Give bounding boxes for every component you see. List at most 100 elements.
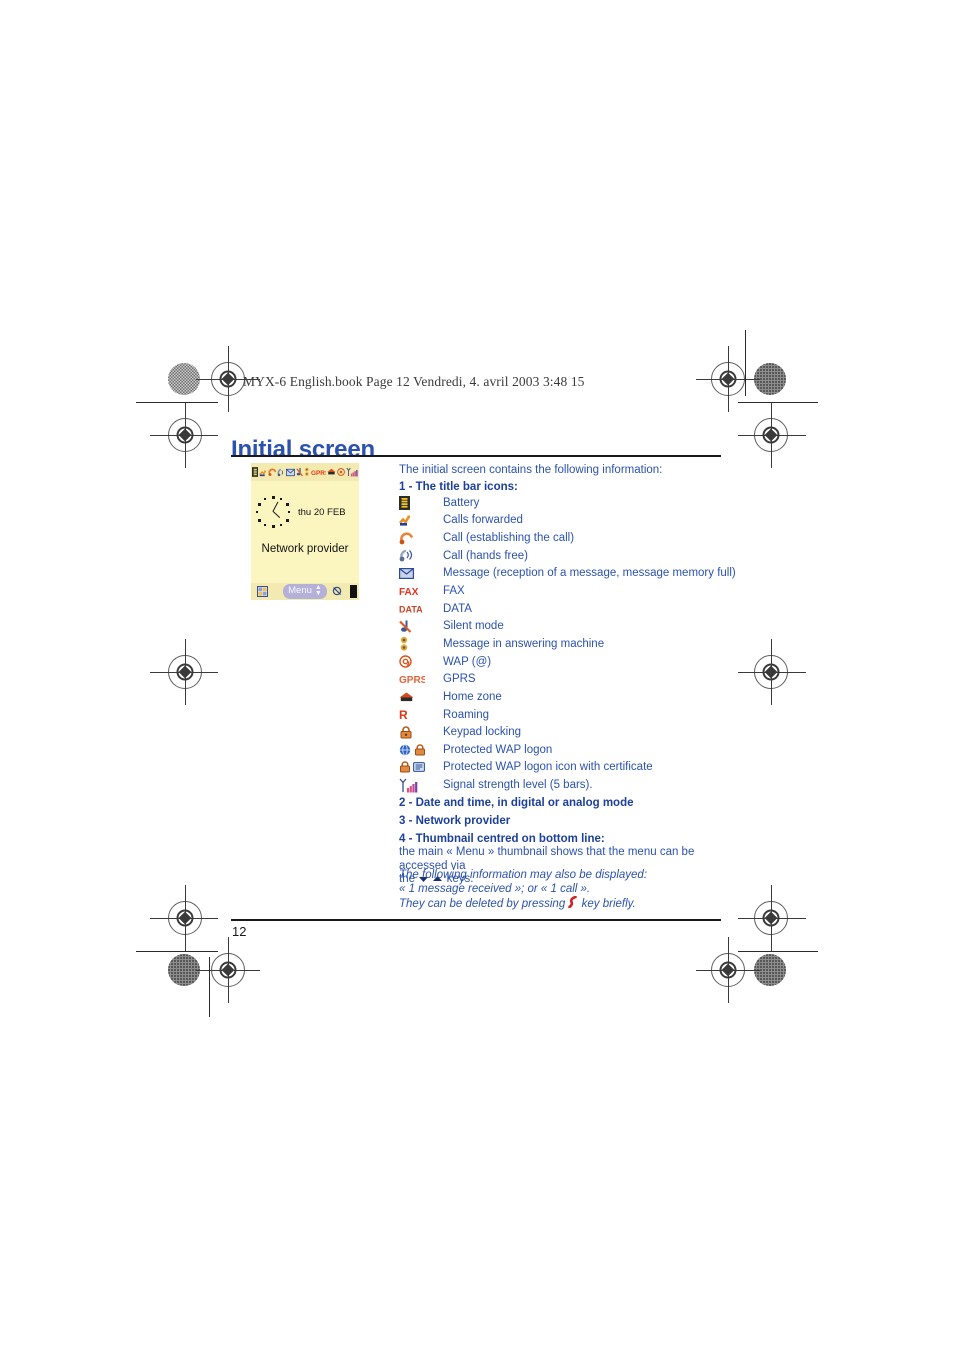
lcd-scroll-indicator: [350, 585, 357, 598]
svg-text:GPRS: GPRS: [311, 469, 326, 476]
gprs-icon: GPRS: [399, 674, 443, 685]
registration-cross-bottom-left-v: [228, 937, 229, 1003]
battery-icon: [252, 467, 259, 477]
lcd-menu-label: Menu: [288, 585, 312, 597]
icon-label: GPRS: [443, 673, 476, 686]
icon-label: Keypad locking: [443, 726, 521, 739]
answering-machine-icon: [305, 467, 309, 476]
lcd-menu-button[interactable]: Menu ▲ ▼: [283, 583, 327, 600]
roaming-icon: R: [399, 708, 443, 721]
svg-text:DATA: DATA: [399, 604, 423, 614]
list-item: FAX FAX: [399, 582, 729, 600]
gprs-icon: GPRS: [311, 469, 326, 476]
list-item: R Roaming: [399, 706, 729, 724]
page-number: 12: [232, 924, 247, 939]
icon-label: Home zone: [443, 690, 502, 703]
keypad-lock-icon: [399, 725, 443, 739]
intro-text: The initial screen contains the followin…: [399, 464, 663, 476]
message-icon: [285, 468, 295, 476]
list-item: Signal strength level (5 bars).: [399, 776, 729, 794]
registration-cross-bottom-right-v: [728, 937, 729, 1003]
protected-wap-logon-icon: [399, 744, 443, 756]
registration-cross-left-h: [150, 435, 218, 436]
svg-text:R: R: [399, 708, 408, 721]
wap-icon: [336, 468, 345, 476]
message-envelope-icon: [399, 567, 443, 579]
icon-label: Protected WAP logon icon with certificat…: [443, 761, 653, 774]
additional-info-line-3-post: key briefly.: [581, 898, 636, 910]
list-item: Protected WAP logon: [399, 741, 729, 759]
additional-info-line-2: « 1 message received »; or « 1 call ».: [399, 882, 591, 895]
registration-cross-mid-right-h: [738, 672, 806, 673]
wap-at-icon: [399, 655, 443, 668]
additional-info-paragraph: The following information may also be di…: [399, 869, 729, 912]
book-header-line: MYX-6 English.book Page 12 Vendredi, 4. …: [243, 374, 585, 389]
silent-mode-icon: [296, 467, 303, 477]
registration-cross-lower-left-v: [185, 885, 186, 951]
calls-forwarded-icon: [259, 469, 267, 476]
registration-cross-top-right-v: [728, 346, 729, 412]
protected-wap-certificate-icon: [399, 761, 443, 773]
lcd-title-bar: GPRS: [251, 463, 359, 481]
hangup-key-icon: [568, 896, 578, 908]
silent-ringer-icon: [332, 586, 342, 596]
list-item: Home zone: [399, 688, 729, 706]
svg-text:FAX: FAX: [399, 587, 419, 597]
footer-rule: [231, 919, 721, 921]
list-item: Message in answering machine: [399, 635, 729, 653]
call-handsfree-icon: [399, 549, 443, 562]
updown-arrows-icon: ▲ ▼: [314, 583, 322, 597]
answering-machine-icon: [399, 636, 443, 652]
icon-label: Protected WAP logon: [443, 743, 553, 756]
data-icon: DATA: [399, 604, 443, 614]
list-item: WAP (@): [399, 653, 729, 671]
section-3-title: 3 - Network provider: [399, 815, 511, 827]
list-item: DATA DATA: [399, 600, 729, 618]
registration-cross-lower-right-v: [771, 885, 772, 951]
list-item: Battery: [399, 494, 729, 512]
lcd-date-text: thu 20 FEB: [298, 506, 346, 518]
additional-info-line-3: They can be deleted by pressing key brie…: [399, 896, 729, 912]
trim-line-top-right-h: [738, 402, 818, 403]
icon-label: Call (hands free): [443, 549, 529, 562]
list-item: Protected WAP logon icon with certificat…: [399, 759, 729, 777]
registration-cross-left-v: [185, 402, 186, 468]
registration-cross-mid-left-h: [150, 672, 218, 673]
call-handsfree-icon: [277, 468, 283, 476]
icon-label: Silent mode: [443, 620, 504, 633]
section-1-title: 1 - The title bar icons:: [399, 481, 518, 493]
battery-icon: [399, 495, 443, 510]
signal-strength-icon: [399, 778, 443, 793]
page-title: Initial screen: [231, 436, 375, 464]
section-4-title: 4 - Thumbnail centred on bottom line:: [399, 833, 605, 845]
analog-clock-icon: [256, 495, 292, 529]
call-establishing-icon: [399, 532, 443, 545]
list-item: Silent mode: [399, 617, 729, 635]
title-rule: [231, 455, 721, 457]
registration-cross-lower-left-h: [150, 918, 218, 919]
thumbnail-icon: [257, 586, 268, 597]
trim-line-top-left-h: [136, 402, 218, 403]
trim-line-bottom-right-h: [738, 951, 818, 952]
icon-label: WAP (@): [443, 655, 492, 668]
trim-line-bottom-left-h: [136, 951, 218, 952]
registration-cross-right-v: [771, 402, 772, 468]
registration-cross-mid-left-v: [185, 639, 186, 705]
list-item: GPRS GPRS: [399, 670, 729, 688]
lcd-network-provider: Network provider: [261, 543, 349, 555]
phone-screen-illustration: GPRS: [251, 463, 359, 600]
trim-line-spine-bottom: [209, 957, 210, 1017]
signal-strength-icon: [346, 467, 358, 477]
home-zone-icon: [327, 468, 336, 475]
icon-label: Roaming: [443, 708, 490, 721]
lcd-bottom-bar: Menu ▲ ▼: [251, 583, 359, 600]
icon-label: Message (reception of a message, message…: [443, 567, 736, 580]
icon-label: Message in answering machine: [443, 637, 605, 650]
list-item: Message (reception of a message, message…: [399, 565, 736, 583]
section-2-title: 2 - Date and time, in digital or analog …: [399, 797, 634, 809]
home-zone-icon: [399, 691, 443, 703]
registration-cross-mid-right-v: [771, 639, 772, 705]
icon-label: DATA: [443, 602, 472, 615]
silent-mode-icon: [399, 619, 443, 634]
icon-label: FAX: [443, 585, 465, 598]
